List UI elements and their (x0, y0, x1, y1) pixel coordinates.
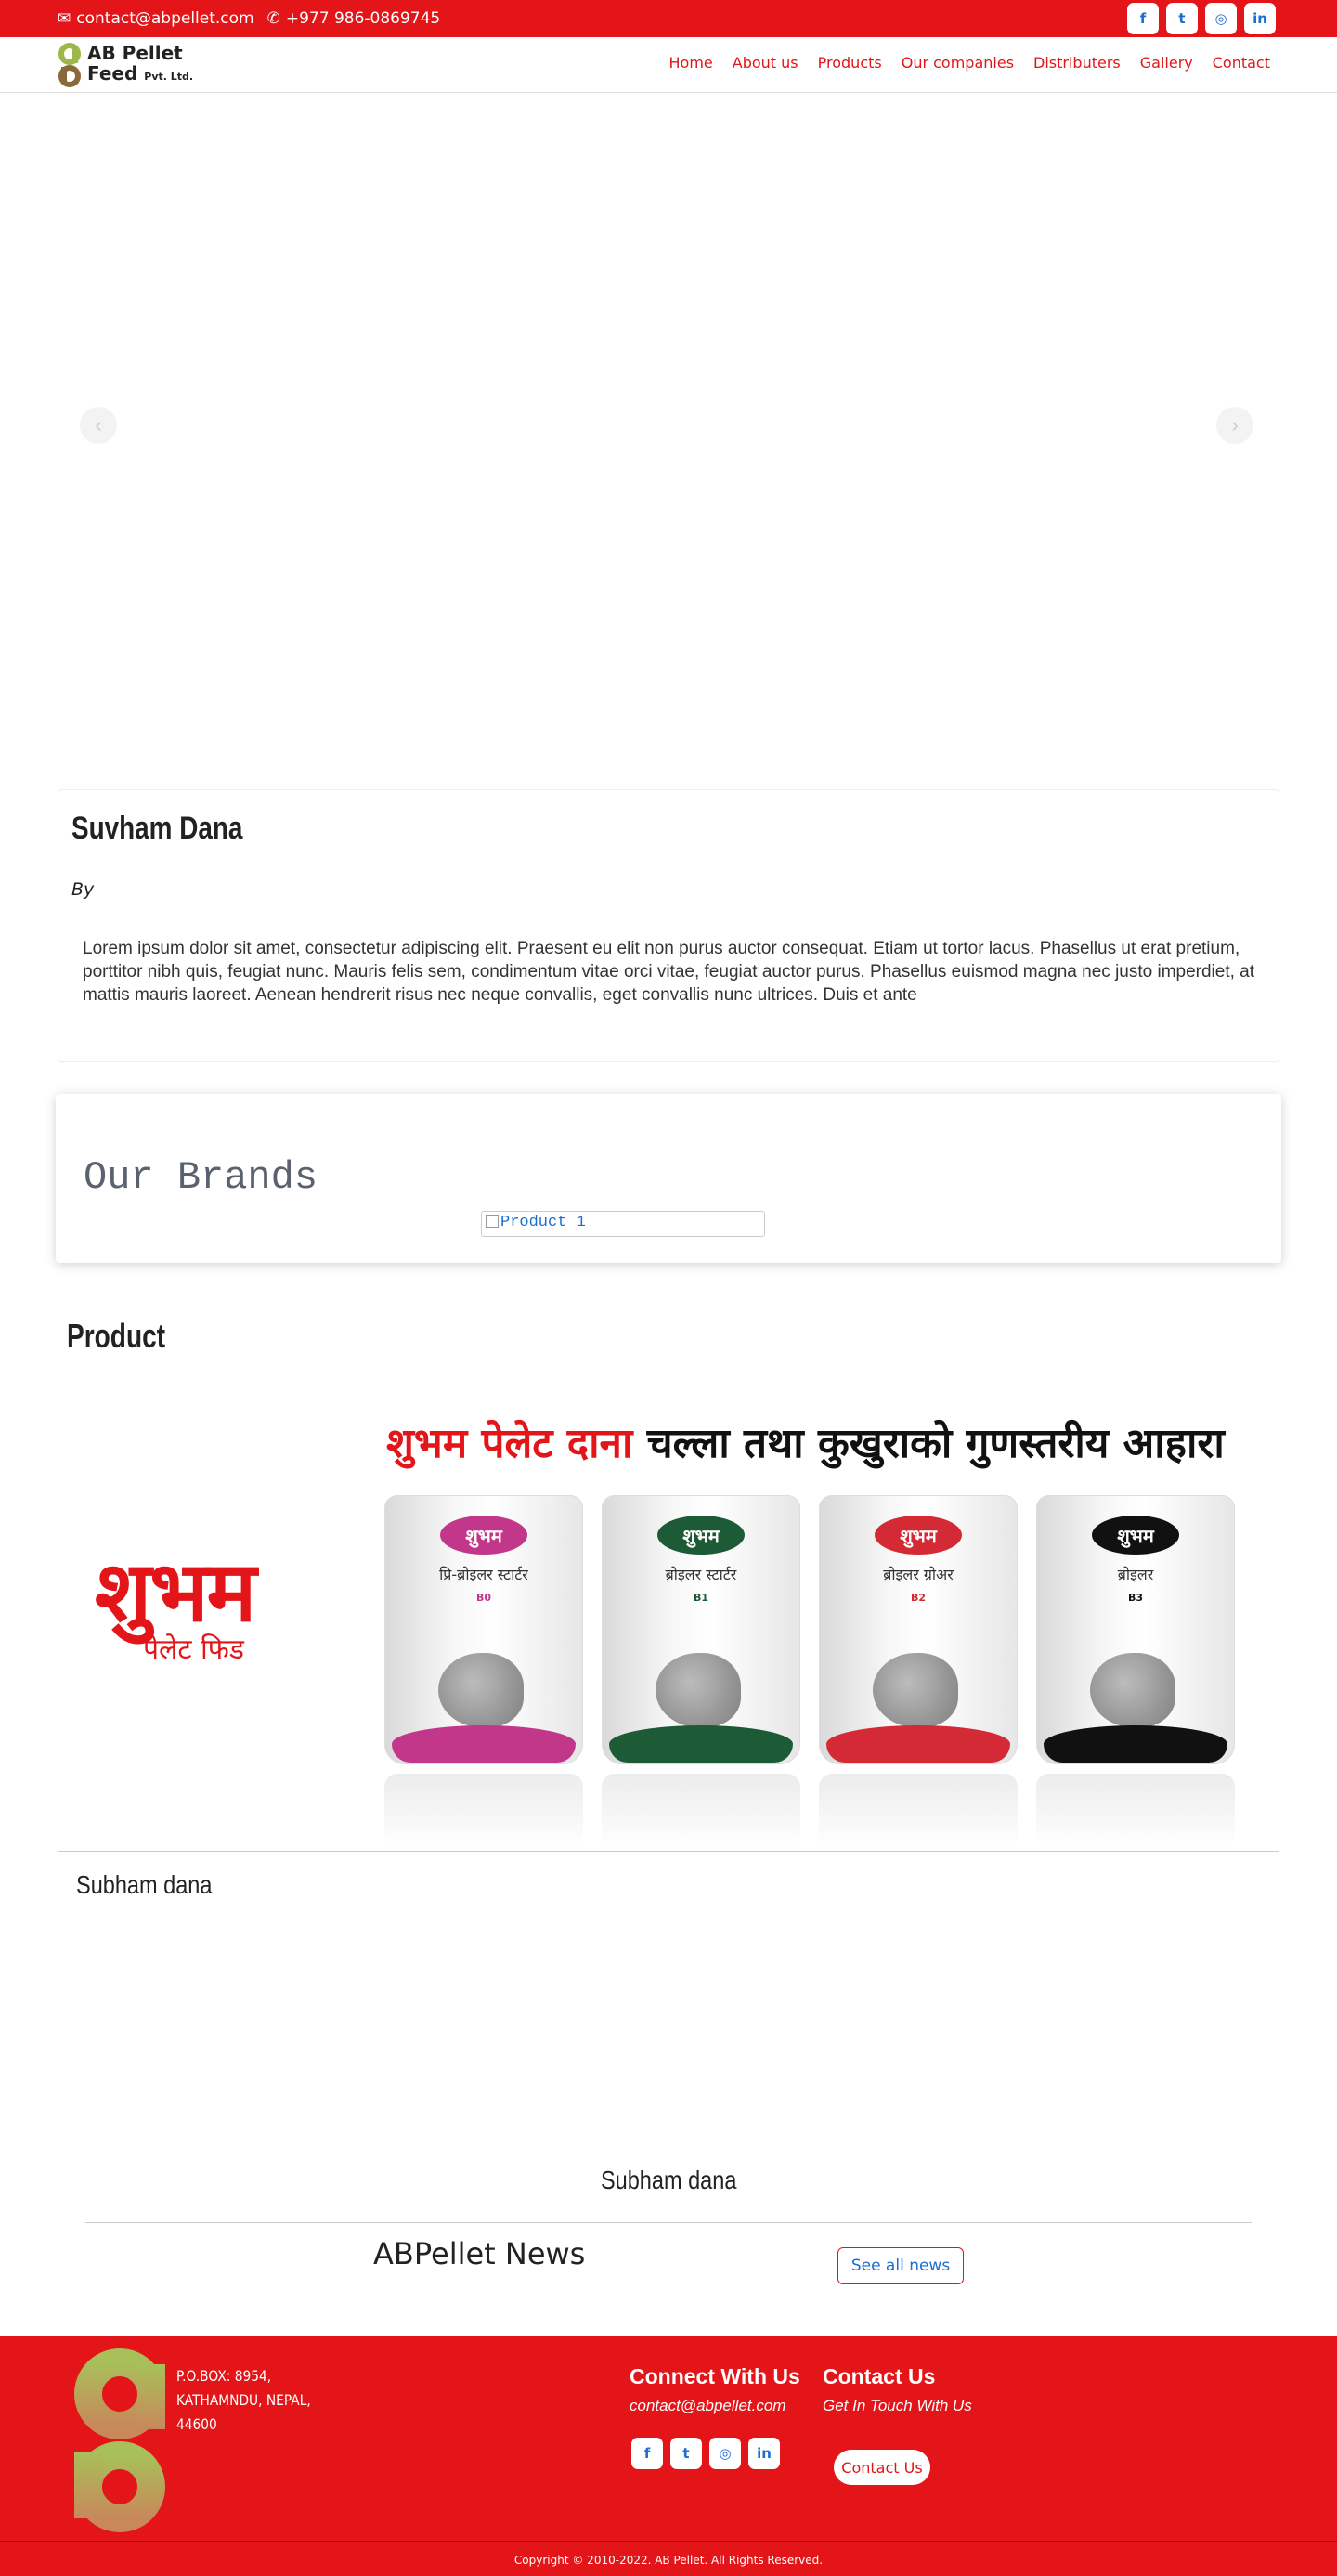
feed-bags: शुभम प्रि-ब्रोइलर स्टार्टर B0 शुभम ब्रोइ… (381, 1495, 1239, 1842)
address-line: P.O.BOX: 8954, (176, 2367, 272, 2385)
hero-carousel: ‹ › (0, 93, 1337, 761)
envelope-icon: ✉ (58, 9, 71, 28)
top-contact-info: ✉ contact@abpellet.com ✆ +977 986-0869745 (58, 9, 440, 28)
bag-code: B2 (910, 1592, 927, 1604)
shubham-brand-logo: शुभम पेलेट फिड (95, 1532, 256, 1667)
article-byline: By (71, 879, 95, 900)
phone-text: +977 986-0869745 (285, 9, 441, 28)
brands-title: Our Brands (84, 1155, 318, 1200)
logo-line-2: Feed (87, 62, 138, 85)
facebook-icon[interactable]: f (631, 2438, 663, 2469)
instagram-icon[interactable]: ◎ (1205, 3, 1237, 34)
linkedin-icon[interactable]: in (748, 2438, 780, 2469)
contact-title: Contact Us (823, 2364, 936, 2388)
feed-bag: शुभम प्रि-ब्रोइलर स्टार्टर B0 (381, 1495, 587, 1842)
divider (58, 1851, 1279, 1852)
product-caption-text: Subham dana (600, 2166, 737, 2194)
article-card: Suvham Dana By Lorem ipsum dolor sit ame… (58, 789, 1279, 1062)
news-title: ABPellet News (373, 2236, 586, 2271)
hen-icon (873, 1653, 958, 1727)
product-banner-image[interactable]: शुभम पेलेट दाना चल्ला तथा कुखुराको गुणस्… (58, 1393, 1279, 1842)
product-card-title[interactable]: Subham dana (76, 1870, 212, 1900)
logo-line-1: AB Pellet (87, 42, 183, 64)
article-body: Lorem ipsum dolor sit amet, consectetur … (83, 939, 1255, 1005)
carousel-next-button[interactable]: › (1216, 407, 1253, 444)
bag-code: B3 (1127, 1592, 1144, 1604)
facebook-icon[interactable]: f (1127, 3, 1159, 34)
bag-badge: शुभम (657, 1516, 745, 1555)
footer-social-links: f t ◎ in (631, 2438, 800, 2469)
nav-about-us[interactable]: About us (733, 54, 798, 72)
bag-name: प्रि-ब्रोइलर स्टार्टर (439, 1566, 528, 1583)
footer-address: P.O.BOX: 8954, KATHAMNDU, NEPAL, 44600 (176, 2364, 311, 2437)
logo-mark-icon (58, 43, 81, 87)
main-nav: Home About us Products Our companies Dis… (669, 54, 1270, 72)
contact-us-button[interactable]: Contact Us (834, 2450, 930, 2485)
address-line: 44600 (176, 2415, 217, 2433)
banner-tagline: शुभम पेलेट दाना चल्ला तथा कुखुराको गुणस्… (386, 1413, 1225, 1469)
hen-icon (438, 1653, 524, 1727)
hen-icon (1090, 1653, 1175, 1727)
banner-tagline-black: चल्ला तथा कुखुराको गुणस्तरीय आहारा (646, 1420, 1225, 1467)
bag-code: B1 (693, 1592, 709, 1604)
bag-name: ब्रोइलर (1117, 1566, 1154, 1583)
product-caption: Subham dana (0, 2166, 1337, 2195)
broken-image-icon (486, 1215, 499, 1228)
product-section-title: Product (67, 1317, 166, 1355)
nav-our-companies[interactable]: Our companies (902, 54, 1014, 72)
hen-icon (656, 1653, 741, 1727)
instagram-icon[interactable]: ◎ (709, 2438, 741, 2469)
top-bar: ✉ contact@abpellet.com ✆ +977 986-0869745 … (0, 0, 1337, 37)
brand-logo-sub: पेलेट फिड (143, 1633, 244, 1666)
brand-product-image[interactable]: Product 1 (481, 1211, 765, 1237)
bag-code: B0 (475, 1592, 492, 1604)
banner-tagline-red: शुभम पेलेट दाना (386, 1420, 633, 1467)
bag-name: ब्रोइलर स्टार्टर (665, 1566, 737, 1583)
nav-products[interactable]: Products (818, 54, 882, 72)
bag-name: ब्रोइलर ग्रोअर (883, 1566, 954, 1583)
address-line: KATHAMNDU, NEPAL, (176, 2391, 311, 2409)
see-all-news-button[interactable]: See all news (837, 2247, 964, 2284)
article-title: Suvham Dana (71, 811, 243, 846)
our-brands-card: Our Brands Product 1 (56, 1094, 1281, 1263)
email-text: contact@abpellet.com (76, 9, 254, 28)
phone-link[interactable]: ✆ +977 986-0869745 (267, 9, 441, 28)
bag-badge: शुभम (440, 1516, 527, 1555)
nav-distributers[interactable]: Distributers (1033, 54, 1121, 72)
bag-badge: शुभम (1092, 1516, 1179, 1555)
nav-home[interactable]: Home (669, 54, 713, 72)
carousel-prev-button[interactable]: ‹ (80, 407, 117, 444)
feed-bag: शुभम ब्रोइलर स्टार्टर B1 (598, 1495, 804, 1842)
twitter-icon[interactable]: t (670, 2438, 702, 2469)
twitter-icon[interactable]: t (1166, 3, 1198, 34)
top-social-links: f t ◎ in (1127, 3, 1276, 34)
divider (0, 2541, 1337, 2542)
connect-email[interactable]: contact@abpellet.com (630, 2397, 800, 2415)
footer: P.O.BOX: 8954, KATHAMNDU, NEPAL, 44600 C… (0, 2336, 1337, 2576)
divider (85, 2222, 1252, 2223)
linkedin-icon[interactable]: in (1244, 3, 1276, 34)
footer-logo-icon (74, 2348, 165, 2532)
footer-contact: Contact Us Get In Touch With Us (823, 2364, 972, 2415)
site-logo[interactable]: AB Pellet Feed Pvt. Ltd. (58, 43, 193, 87)
nav-gallery[interactable]: Gallery (1140, 54, 1193, 72)
nav-contact[interactable]: Contact (1213, 54, 1270, 72)
footer-connect: Connect With Us contact@abpellet.com f t… (630, 2364, 800, 2469)
brand-image-alt: Product 1 (500, 1214, 586, 1231)
bag-badge: शुभम (875, 1516, 962, 1555)
logo-suffix: Pvt. Ltd. (144, 71, 194, 83)
feed-bag: शुभम ब्रोइलर ग्रोअर B2 (815, 1495, 1021, 1842)
logo-text: AB Pellet Feed Pvt. Ltd. (87, 43, 193, 87)
phone-icon: ✆ (266, 9, 280, 28)
navbar: AB Pellet Feed Pvt. Ltd. Home About us P… (0, 37, 1337, 93)
feed-bag: शुभम ब्रोइलर B3 (1032, 1495, 1239, 1842)
connect-title: Connect With Us (630, 2364, 800, 2388)
copyright: Copyright © 2010-2022. AB Pellet. All Ri… (513, 2554, 824, 2567)
email-link[interactable]: ✉ contact@abpellet.com (58, 9, 254, 28)
contact-subtitle: Get In Touch With Us (823, 2397, 972, 2414)
